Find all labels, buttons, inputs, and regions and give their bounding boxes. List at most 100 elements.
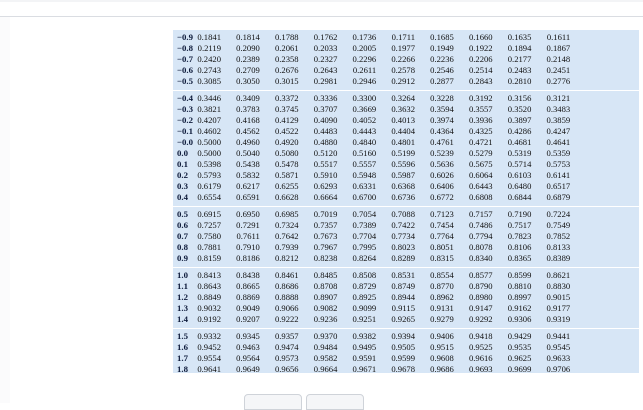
probability-cell: 0.5753 [546, 159, 571, 169]
probability-cell: 0.3557 [468, 104, 493, 114]
probability-cell: 0.2709 [236, 65, 260, 75]
probability-cell: 0.9686 [430, 364, 454, 373]
probability-cell: 0.4641 [546, 137, 571, 147]
probability-cell: 0.7123 [430, 209, 454, 219]
probability-cell: 0.4840 [352, 137, 377, 147]
probability-cell: 0.2843 [468, 76, 493, 86]
probability-cell: 0.7486 [468, 220, 493, 230]
probability-cell: 0.2451 [546, 65, 571, 75]
table-row: 1.2 0.8849 0.8869 0.8888 0.8907 0.8925 0.8944 0… [173, 292, 639, 303]
probability-cell: 0.5080 [274, 148, 299, 158]
probability-cell: 0.1711 [391, 32, 415, 42]
probability-cell: 0.8159 [197, 253, 221, 263]
probability-cell: 0.9656 [274, 364, 299, 373]
probability-cell: 0.4052 [352, 115, 377, 125]
probability-cell: 0.7054 [352, 209, 377, 219]
probability-cell: 0.5398 [197, 159, 221, 169]
probability-cell: 0.9319 [546, 314, 571, 324]
probability-cell: 0.6554 [197, 192, 221, 202]
probability-cell: 0.2358 [274, 54, 299, 64]
probability-cell: 0.3372 [274, 93, 299, 103]
table-row: 0.5 0.6915 0.6950 0.6985 0.7019 0.7054 0.7088 0… [173, 209, 639, 220]
probability-cell: 0.4013 [391, 115, 415, 125]
probability-cell: 0.8729 [352, 281, 377, 291]
probability-cell: 0.2912 [391, 76, 415, 86]
probability-cell: 0.7517 [507, 220, 532, 230]
probability-cell: 0.5714 [507, 159, 532, 169]
table-row: −0.8 0.2119 0.2090 0.2061 0.2033 0.2005 0.1977… [173, 43, 639, 54]
table-block: −0.9 0.1841 0.1814 0.1788 0.1762 0.1736 0.1711… [173, 30, 639, 91]
probability-cell: 0.8749 [391, 281, 415, 291]
probability-cell: 0.9370 [313, 331, 338, 341]
probability-cell: 0.2090 [236, 43, 260, 53]
probability-cell: 0.2296 [352, 54, 377, 64]
table-row: −0.4 0.3446 0.3409 0.3372 0.3336 0.3300 0.3264… [173, 93, 639, 104]
probability-cell: 0.9582 [313, 353, 338, 363]
probability-cell: 0.9332 [197, 331, 221, 341]
table-block: 0.5 0.6915 0.6950 0.6985 0.7019 0.7054 0.7088 0… [173, 207, 639, 268]
probability-cell: 0.6255 [274, 181, 299, 191]
probability-cell: 0.4247 [546, 126, 571, 136]
probability-cell: 0.6985 [274, 209, 299, 219]
probability-cell: 0.3974 [430, 115, 454, 125]
probability-cell: 0.3015 [274, 76, 299, 86]
table-block: 1.0 0.8413 0.8438 0.8461 0.8485 0.8508 0.8531 0… [173, 268, 639, 329]
probability-cell: 0.4761 [430, 137, 454, 147]
probability-cell: 0.5040 [236, 148, 260, 158]
probability-cell: 0.9082 [313, 303, 338, 313]
probability-cell: 0.2266 [391, 54, 415, 64]
probability-cell: 0.9177 [546, 303, 571, 313]
probability-cell: 0.3264 [391, 93, 415, 103]
probability-cell: 0.8686 [274, 281, 299, 291]
probability-cell: 0.4286 [507, 126, 532, 136]
probability-cell: 0.6700 [352, 192, 377, 202]
probability-cell: 0.3821 [197, 104, 221, 114]
probability-cell: 0.6591 [236, 192, 260, 202]
probability-cell: 0.4562 [236, 126, 260, 136]
probability-cell: 0.7019 [313, 209, 338, 219]
probability-cell: 0.8980 [468, 292, 493, 302]
probability-cell: 0.9616 [468, 353, 493, 363]
table-row: 0.8 0.7881 0.7910 0.7939 0.7967 0.7995 0.8023 0… [173, 242, 639, 253]
probability-cell: 0.4602 [197, 126, 221, 136]
probability-cell: 0.1894 [507, 43, 532, 53]
probability-cell: 0.9251 [352, 314, 377, 324]
probability-cell: 0.9236 [313, 314, 338, 324]
probability-cell: 0.3156 [507, 93, 532, 103]
action-button-1[interactable] [244, 394, 302, 410]
probability-cell: 0.7257 [197, 220, 221, 230]
probability-cell: 0.9573 [274, 353, 299, 363]
probability-cell: 0.4920 [274, 137, 299, 147]
probability-cell: 0.8599 [507, 270, 532, 280]
probability-cell: 0.6406 [430, 181, 454, 191]
probability-cell: 0.3085 [197, 76, 221, 86]
table-row: 1.8 0.9641 0.9649 0.9656 0.9664 0.9671 0.9678 0… [173, 364, 639, 373]
table-row: 0.2 0.5793 0.5832 0.5871 0.5910 0.5948 0.5987 0… [173, 170, 639, 181]
action-button-2[interactable] [306, 394, 364, 410]
probability-cell: 0.5120 [313, 148, 338, 158]
table-row: 0.4 0.6554 0.6591 0.6628 0.6664 0.6700 0.6736 0… [173, 192, 639, 203]
table-row: −0.1 0.4602 0.4562 0.4522 0.4483 0.4443 0.4404… [173, 126, 639, 137]
probability-cell: 0.9015 [546, 292, 571, 302]
probability-cell: 0.8997 [507, 292, 532, 302]
probability-cell: 0.5910 [313, 170, 338, 180]
probability-cell: 0.6368 [391, 181, 415, 191]
probability-cell: 0.1611 [546, 32, 571, 42]
probability-cell: 0.6293 [313, 181, 338, 191]
probability-cell: 0.8708 [313, 281, 338, 291]
probability-cell: 0.7852 [546, 231, 571, 241]
probability-cell: 0.8554 [430, 270, 454, 280]
probability-cell: 0.4522 [274, 126, 299, 136]
probability-cell: 0.2514 [468, 65, 493, 75]
probability-cell: 0.5319 [507, 148, 532, 158]
probability-cell: 0.2206 [468, 54, 493, 64]
probability-cell: 0.8212 [274, 253, 299, 263]
probability-cell: 0.7454 [430, 220, 454, 230]
table-row: 0.3 0.6179 0.6217 0.6255 0.6293 0.6331 0.6368 0… [173, 181, 639, 192]
probability-cell: 0.7389 [352, 220, 377, 230]
probability-cell: 0.4129 [274, 115, 299, 125]
table-row: 1.5 0.9332 0.9345 0.9357 0.9370 0.9382 0.9394 0… [173, 331, 639, 342]
probability-cell: 0.7673 [313, 231, 338, 241]
probability-cell: 0.8869 [236, 292, 260, 302]
probability-cell: 0.4483 [313, 126, 338, 136]
